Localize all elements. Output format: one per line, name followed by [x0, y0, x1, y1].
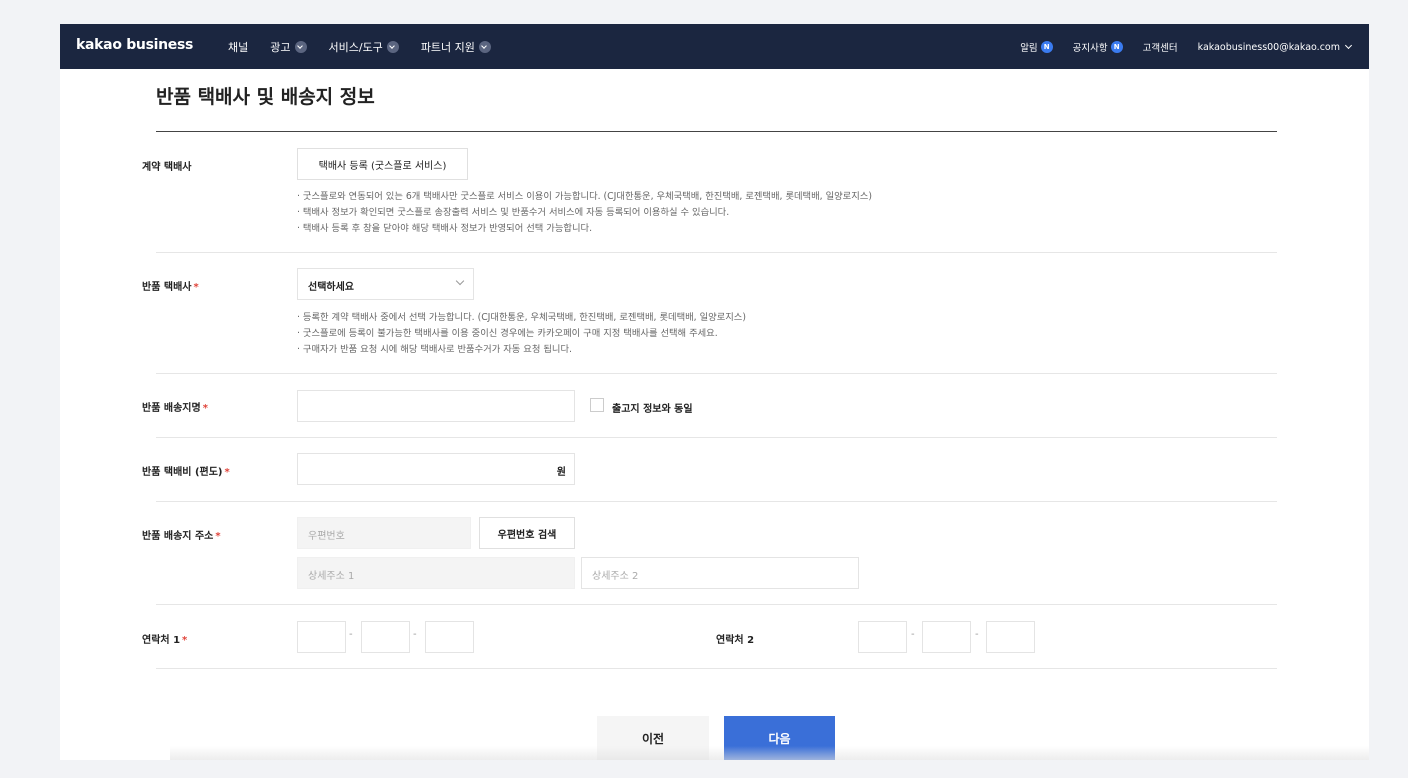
nav-item-label: 채널 [228, 41, 249, 54]
currency-unit: 원 [556, 467, 566, 478]
address-detail-2-input[interactable]: 상세주소 2 [581, 557, 859, 589]
label-text: 반품 택배비 (편도) [142, 467, 223, 478]
account-email: kakaobusiness00@kakao.com [1197, 41, 1340, 53]
notice-link[interactable]: 공지사항 N [1073, 40, 1123, 54]
note-item: 굿스플로에 등록이 불가능한 택배사를 이용 중이신 경우에는 카카오페이 구매… [297, 326, 746, 342]
note-item: 등록한 계약 택배사 중에서 선택 가능합니다. (CJ대한통운, 우체국택배,… [297, 310, 746, 326]
zipcode-input[interactable]: 우편번호 [297, 517, 471, 549]
required-mark: * [182, 635, 188, 646]
return-place-name-input[interactable] [297, 390, 575, 422]
nav-item-label: 파트너 지원 [420, 41, 475, 54]
new-badge: N [1040, 41, 1053, 53]
chevron-down-icon [478, 41, 491, 53]
separator: - [413, 629, 417, 640]
return-fee-input[interactable]: 원 [297, 453, 575, 485]
return-fee-label: 반품 택배비 (편도) * [142, 463, 230, 478]
separator: - [349, 629, 353, 640]
address-detail-1-input[interactable]: 상세주소 1 [297, 557, 575, 589]
notice-label: 공지사항 [1072, 43, 1108, 54]
contact1-part3-input[interactable] [425, 621, 474, 653]
input-placeholder: 상세주소 2 [592, 571, 639, 582]
label-text: 반품 택배사 [142, 282, 192, 293]
label-text: 연락처 1 [142, 635, 181, 646]
nav-item-ads[interactable]: 광고 [270, 39, 307, 55]
next-button[interactable]: 다음 [724, 716, 835, 760]
same-as-shipping-label[interactable]: 출고지 정보와 동일 [612, 400, 693, 415]
row-divider [156, 373, 1277, 374]
label-text: 반품 배송지 주소 [142, 531, 214, 542]
chevron-down-icon [294, 41, 307, 53]
same-as-shipping-checkbox[interactable] [590, 398, 604, 412]
contract-courier-notes: 굿스플로와 연동되어 있는 6개 택배사만 굿스플로 서비스 이용이 가능합니다… [297, 189, 872, 237]
kakao-business-logo[interactable]: kakao business [76, 37, 193, 53]
contact2-part1-input[interactable] [858, 621, 907, 653]
row-divider [156, 437, 1277, 438]
new-badge: N [1110, 41, 1123, 53]
return-courier-select[interactable]: 선택하세요 [297, 268, 474, 300]
contact2-label: 연락처 2 [716, 631, 754, 646]
contact1-part2-input[interactable] [361, 621, 410, 653]
input-placeholder: 우편번호 [308, 531, 345, 542]
title-divider [156, 131, 1277, 132]
zipcode-search-button[interactable]: 우편번호 검색 [479, 517, 575, 549]
prev-button[interactable]: 이전 [597, 716, 709, 760]
row-divider [156, 252, 1277, 253]
contact1-part1-input[interactable] [297, 621, 346, 653]
note-item: 택배사 등록 후 창을 닫아야 해당 택배사 정보가 반영되어 선택 가능합니다… [297, 221, 872, 237]
chevron-down-icon [1344, 41, 1353, 50]
nav-item-services-tools[interactable]: 서비스/도구 [329, 39, 399, 55]
contact2-part3-input[interactable] [986, 621, 1035, 653]
return-place-name-label: 반품 배송지명 * [142, 399, 208, 414]
required-mark: * [193, 282, 199, 293]
input-placeholder: 상세주소 1 [308, 571, 355, 582]
contact2-part2-input[interactable] [922, 621, 971, 653]
alarm-label: 알림 [1020, 43, 1038, 54]
register-courier-button[interactable]: 택배사 등록 (굿스플로 서비스) [297, 148, 468, 180]
required-mark: * [202, 403, 208, 414]
contract-courier-label: 계약 택배사 [142, 158, 191, 173]
nav-item-label: 서비스/도구 [328, 41, 383, 54]
page-title: 반품 택배사 및 배송지 정보 [156, 86, 375, 108]
row-divider [156, 604, 1277, 605]
row-divider [156, 668, 1277, 669]
row-divider [156, 501, 1277, 502]
separator: - [911, 629, 915, 640]
chevron-down-icon [386, 41, 399, 53]
customer-center-link[interactable]: 고객센터 [1143, 40, 1178, 54]
label-text: 연락처 2 [716, 635, 755, 646]
note-item: 구매자가 반품 요청 시에 해당 택배사로 반품수거가 자동 요청 됩니다. [297, 342, 746, 358]
note-item: 굿스플로와 연동되어 있는 6개 택배사만 굿스플로 서비스 이용이 가능합니다… [297, 189, 872, 205]
customer-center-label: 고객센터 [1142, 43, 1178, 54]
chevron-down-icon [455, 276, 465, 286]
alarm-link[interactable]: 알림 N [1020, 40, 1053, 54]
utility-menu: 알림 N 공지사항 N 고객센터 kakaobusiness00@kakao.c… [1020, 40, 1353, 54]
nav-item-partner-support[interactable]: 파트너 지원 [421, 39, 491, 55]
browser-frame: kakao business 채널 광고 서비스/도구 파트너 지원 알림 N [60, 24, 1369, 760]
return-courier-label: 반품 택배사 * [142, 278, 199, 293]
note-item: 택배사 정보가 확인되면 굿스플로 송장출력 서비스 및 반품수거 서비스에 자… [297, 205, 872, 221]
return-courier-notes: 등록한 계약 택배사 중에서 선택 가능합니다. (CJ대한통운, 우체국택배,… [297, 310, 746, 358]
separator: - [975, 629, 979, 640]
label-text: 계약 택배사 [142, 162, 192, 173]
required-mark: * [215, 531, 221, 542]
account-menu[interactable]: kakaobusiness00@kakao.com [1197, 41, 1353, 53]
contact1-label: 연락처 1 * [142, 631, 187, 646]
select-value: 선택하세요 [308, 282, 354, 293]
required-mark: * [224, 467, 230, 478]
nav-item-channel[interactable]: 채널 [228, 39, 248, 55]
label-text: 반품 배송지명 [142, 403, 201, 414]
main-nav: 채널 광고 서비스/도구 파트너 지원 [228, 39, 491, 55]
nav-item-label: 광고 [270, 41, 291, 54]
global-nav-bar: kakao business 채널 광고 서비스/도구 파트너 지원 알림 N [60, 24, 1369, 69]
return-address-label: 반품 배송지 주소 * [142, 527, 221, 542]
